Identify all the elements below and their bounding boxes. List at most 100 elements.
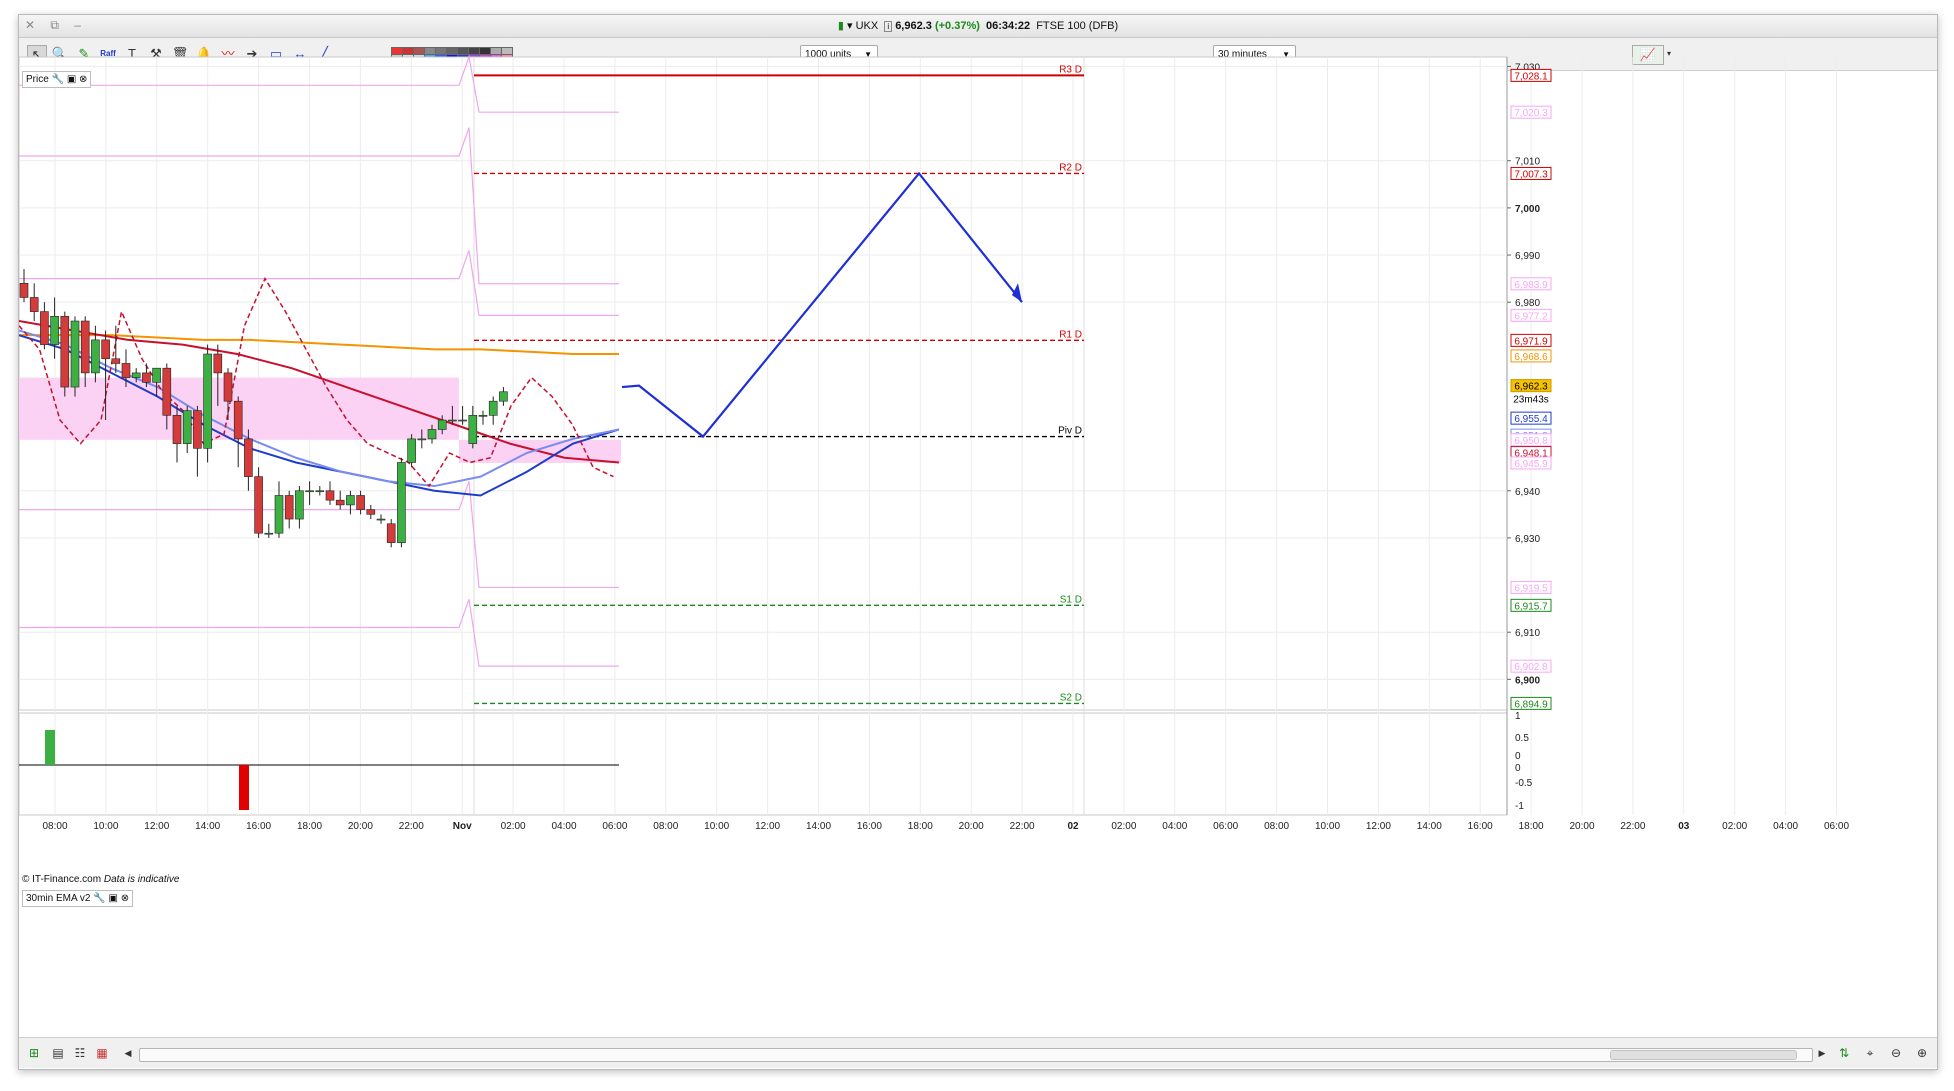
- price-tag-text: 6,919.5: [1514, 583, 1548, 594]
- status-bar: ⊞ ▤ ☷ ▦ ◀ ▶ ⇅ ⌖ ⊖ ⊕: [19, 1037, 1937, 1068]
- candle: [335, 499, 345, 506]
- candle: [295, 490, 304, 520]
- x-tick-label: 10:00: [93, 821, 118, 832]
- wrench-icon[interactable]: 🔧: [52, 74, 64, 85]
- pivot-label: Piv D: [1058, 426, 1082, 437]
- price-tag-text: 6,902.8: [1514, 662, 1548, 673]
- candle: [111, 358, 121, 364]
- price-tag: 6,977.2: [1510, 308, 1552, 322]
- chart-icon[interactable]: ▤: [49, 1045, 67, 1061]
- candle: [427, 429, 437, 440]
- y-tick-label: 6,990: [1515, 251, 1540, 262]
- price-tag-text: 6,955.4: [1514, 414, 1548, 425]
- indicator-tick-label: -0.5: [1515, 778, 1533, 789]
- candle: [244, 438, 253, 477]
- grid-icon[interactable]: ▦: [93, 1045, 111, 1061]
- indicator-tick-label: 0: [1515, 763, 1521, 774]
- candle: [223, 372, 233, 402]
- price-tag-text: 6,915.7: [1514, 601, 1548, 612]
- candle: [284, 495, 294, 520]
- scroll-right-icon[interactable]: ▶: [1813, 1045, 1831, 1061]
- x-tick-label: 20:00: [959, 821, 984, 832]
- price-panel-tag[interactable]: Price 🔧 ▣ ⊗: [22, 71, 92, 88]
- price-tag: 7,020.3: [1510, 105, 1552, 119]
- x-tick-label: 08:00: [42, 821, 67, 832]
- indicator-tick-label: 0.5: [1515, 733, 1529, 744]
- x-tick-label: 20:00: [348, 821, 373, 832]
- candle: [356, 495, 365, 510]
- y-tick-label: 7,010: [1515, 157, 1540, 168]
- x-tick-label: 16:00: [1468, 821, 1493, 832]
- zoom-out-icon[interactable]: ⊖: [1887, 1045, 1905, 1061]
- x-tick-label: 06:00: [602, 821, 627, 832]
- x-tick-label: 03: [1678, 821, 1690, 832]
- price-tag-text: 6,950.8: [1514, 436, 1548, 447]
- close-icon[interactable]: ⊗: [121, 893, 129, 904]
- candle: [91, 339, 100, 374]
- wrench-icon[interactable]: 🔧: [93, 893, 105, 904]
- window-icon[interactable]: ▣: [109, 893, 118, 904]
- candle: [315, 490, 325, 493]
- candle: [70, 320, 80, 388]
- indicator-panel-label: 30min EMA v2: [26, 893, 91, 904]
- candle: [101, 339, 110, 360]
- current-price-text: 6,962.3: [1514, 382, 1548, 393]
- pivot-label: S1 D: [1060, 594, 1082, 605]
- price-tag: 6,915.7: [1510, 598, 1552, 612]
- candle: [325, 490, 335, 501]
- x-tick-label: 08:00: [1264, 821, 1289, 832]
- close-icon[interactable]: ⊗: [79, 74, 87, 85]
- candle: [131, 372, 141, 378]
- price-tag-text: 7,007.3: [1514, 169, 1548, 180]
- disclaimer-text: Data is indicative: [103, 874, 180, 885]
- crosshair-icon[interactable]: ⌖: [1861, 1045, 1879, 1061]
- candle: [397, 462, 406, 543]
- x-tick-label: 02:00: [1722, 821, 1747, 832]
- candle: [60, 316, 70, 388]
- indicator-tick-label: -1: [1515, 801, 1524, 812]
- pivot-label: S2 D: [1060, 692, 1082, 703]
- x-tick-label: 20:00: [1569, 821, 1594, 832]
- price-tag-text: 6,971.9: [1514, 336, 1548, 347]
- list-icon[interactable]: ☷: [71, 1045, 89, 1061]
- x-tick-label: 04:00: [1773, 821, 1798, 832]
- candle: [458, 419, 467, 422]
- horizontal-scrollbar[interactable]: [139, 1048, 1813, 1062]
- x-tick-label: 14:00: [195, 821, 220, 832]
- chart-canvas[interactable]: 08:00 10:00 12:00 14:00 16:00 18:00 20:00 22:00…: [19, 15, 1937, 1069]
- candle: [254, 476, 263, 534]
- window-icon[interactable]: ▣: [67, 74, 76, 85]
- price-tag: 6,968.6: [1510, 349, 1552, 363]
- price-tag: 6,955.4: [1510, 411, 1552, 425]
- price-panel-label: Price: [26, 74, 49, 85]
- candle: [203, 353, 212, 449]
- y-tick-label: 6,910: [1515, 628, 1540, 639]
- scrollbar-thumb[interactable]: [1610, 1050, 1797, 1060]
- candle: [499, 391, 508, 402]
- x-tick-label: 04:00: [1162, 821, 1187, 832]
- candle: [50, 316, 59, 345]
- price-tag-text: 6,945.9: [1514, 459, 1548, 470]
- price-tag-text: 6,894.9: [1514, 699, 1548, 710]
- x-tick-label: 18:00: [297, 821, 322, 832]
- x-tick-label: 12:00: [1366, 821, 1391, 832]
- indicator-tick-label: 0: [1515, 751, 1521, 762]
- candle: [417, 438, 427, 441]
- candle: [40, 311, 49, 345]
- candle: [468, 415, 478, 444]
- indicator-tick-label: 1: [1515, 711, 1521, 722]
- candle: [478, 415, 488, 417]
- candle: [386, 523, 396, 543]
- zoom-in-icon[interactable]: ⊕: [1913, 1045, 1931, 1061]
- x-tick-label: 18:00: [908, 821, 933, 832]
- scroll-left-icon[interactable]: ◀: [119, 1045, 137, 1061]
- candle: [346, 495, 355, 506]
- candle: [152, 367, 161, 383]
- pivot-label: R2 D: [1059, 162, 1082, 173]
- layout-icon[interactable]: ⊞: [25, 1045, 43, 1061]
- indicator-panel-tag[interactable]: 30min EMA v2 🔧 ▣ ⊗: [22, 890, 134, 907]
- x-tick-label: 06:00: [1824, 821, 1849, 832]
- y-tick-label: 6,900: [1515, 675, 1540, 686]
- copyright-text: © IT-Finance.com: [22, 874, 102, 885]
- autoscale-icon[interactable]: ⇅: [1835, 1045, 1853, 1061]
